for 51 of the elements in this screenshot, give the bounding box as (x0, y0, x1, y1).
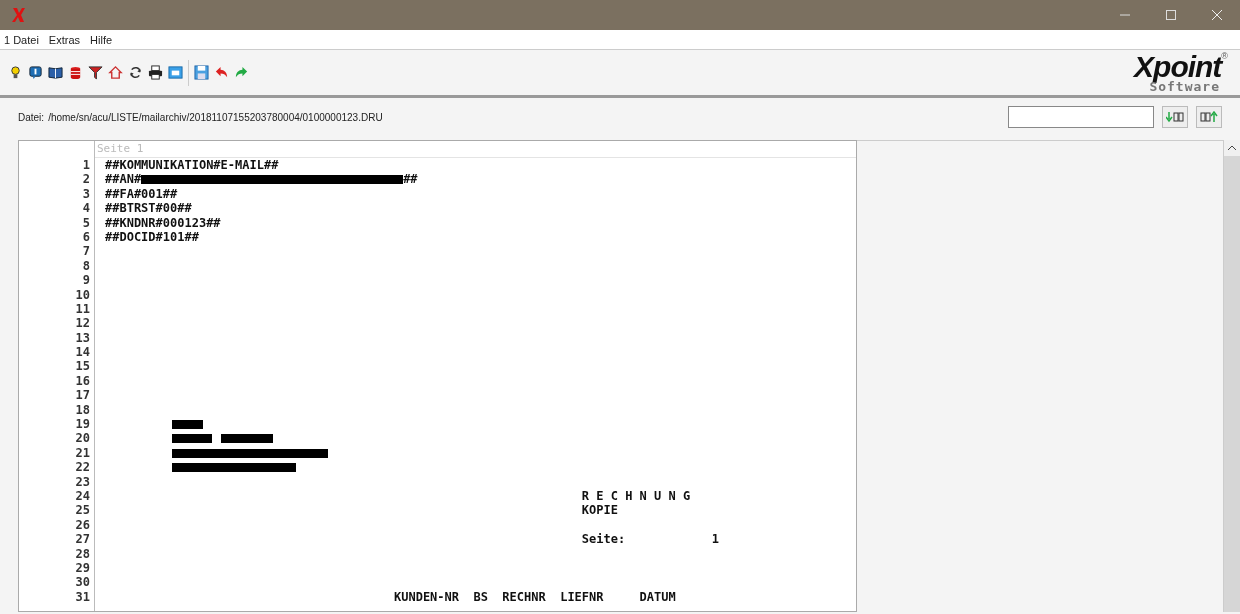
line-number: 14 (75, 345, 90, 360)
line-number: 20 (75, 431, 90, 446)
line-number: 11 (75, 301, 90, 317)
line-number: 3 (82, 186, 90, 202)
line-number: 21 (75, 445, 90, 461)
line-number: 23 (75, 474, 90, 489)
line-number: 26 (75, 517, 90, 533)
registered-mark: ® (1221, 52, 1228, 61)
document-text: ##KNDNR#000123## (105, 215, 221, 230)
line-number: 24 (75, 489, 90, 504)
line-number: 8 (82, 258, 90, 274)
line-number: 4 (82, 201, 90, 216)
file-path: /home/sn/acu/LISTE/mailarchiv/20181107155203780004/0100000123.DRU (48, 111, 383, 123)
document-text: R E C H N U N G (580, 489, 691, 504)
page-label: Seite 1 (95, 141, 856, 158)
line-number: 29 (75, 560, 90, 576)
document-text: KOPIE (580, 503, 618, 518)
document-text: ##BTRST#00## (105, 201, 192, 216)
document-text: ##FA#001## (105, 186, 178, 202)
line-number: 16 (75, 373, 90, 389)
line-number: 30 (75, 575, 90, 590)
line-number: 17 (75, 388, 90, 403)
document-text: ## (403, 172, 418, 187)
logo-subtitle: Software (1149, 80, 1220, 93)
path-label: Datei: (18, 111, 45, 123)
line-number: 12 (75, 316, 90, 331)
line-number: 1 (82, 158, 90, 173)
document-text: ##AN# (105, 172, 142, 187)
logo-wordmark: Xpoint (1134, 52, 1222, 82)
line-number: 31 (75, 589, 90, 605)
line-number: 10 (75, 287, 90, 302)
line-number: 2 (82, 172, 90, 187)
line-number: 6 (82, 229, 90, 245)
line-number: 19 (75, 417, 90, 432)
line-number: 13 (75, 330, 90, 346)
menu-item[interactable]: Hilfe (90, 33, 113, 46)
line-number: 18 (75, 402, 90, 418)
document-text: ##KOMMUNIKATION#E-MAIL## (105, 158, 279, 173)
document-text: KUNDEN-NR BS RECHNR LIEFNR DATUM (393, 589, 676, 605)
line-number: 5 (82, 215, 90, 230)
line-number: 25 (75, 503, 90, 518)
document-text: ##DOCID#101## (105, 229, 199, 245)
line-number: 7 (82, 244, 90, 259)
menu-item[interactable]: 1 Datei (4, 33, 39, 46)
document-text: Seite: 1 (580, 532, 720, 547)
line-number: 15 (75, 359, 90, 374)
menu-item[interactable]: Extras (48, 33, 81, 46)
line-number: 22 (75, 460, 90, 475)
line-number: 27 (75, 532, 90, 547)
line-number: 9 (82, 273, 90, 288)
line-number: 28 (75, 546, 90, 561)
